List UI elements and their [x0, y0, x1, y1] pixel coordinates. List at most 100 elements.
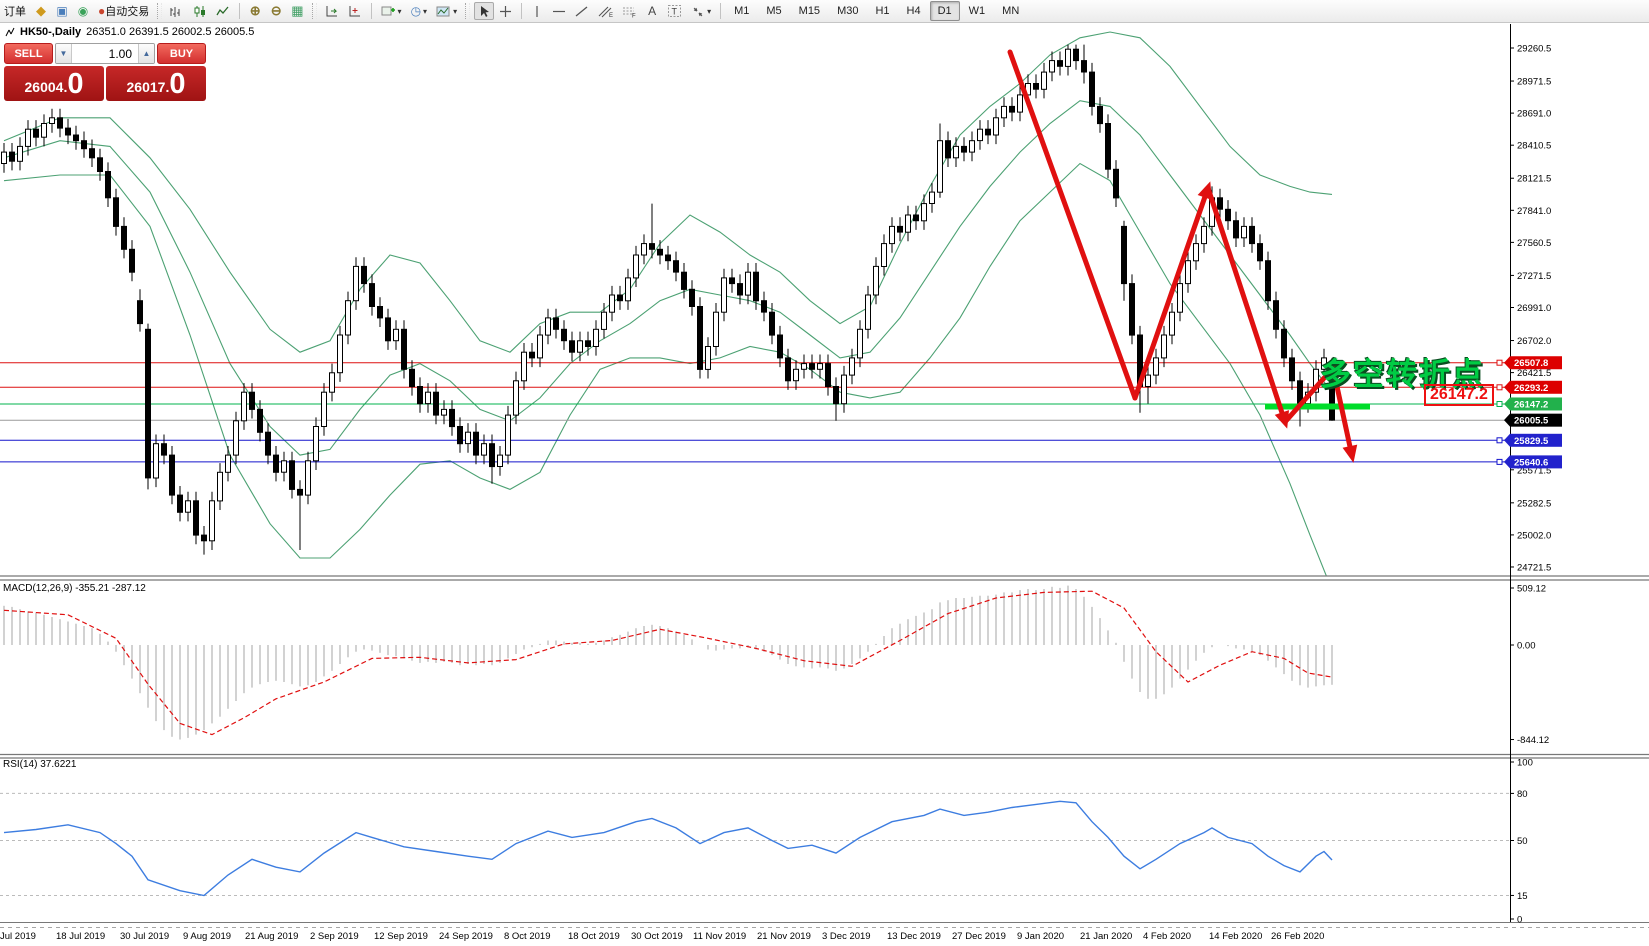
price-tick-label: 27841.0	[1517, 206, 1551, 217]
chart-shift-icon	[348, 5, 362, 18]
timeframe-toolbar: M1 M5 M15 M30 H1 H4 D1 W1 MN	[726, 1, 1027, 21]
horizontal-line-icon	[552, 5, 566, 18]
bar-chart-mode-button[interactable]	[166, 2, 188, 20]
sell-price-display[interactable]: 26004. 0	[4, 66, 104, 101]
bar-chart-icon	[170, 5, 184, 18]
toolbar-separator	[521, 3, 523, 19]
editor-icon: ▣	[56, 4, 68, 18]
timeframe-m15[interactable]: M15	[791, 1, 828, 21]
svg-text:25640.6: 25640.6	[1514, 457, 1548, 468]
new-order-button[interactable]: 订单	[0, 2, 30, 20]
label-tool-button[interactable]: T	[663, 2, 686, 20]
rsi-tick-label: 100	[1517, 758, 1533, 769]
templates-button[interactable]: ▾	[432, 2, 461, 20]
date-tick-label: 30 Oct 2019	[631, 931, 683, 942]
channel-tool-button[interactable]: E	[594, 2, 617, 20]
text-tool-button[interactable]: A	[642, 2, 662, 20]
toolbar-grip	[311, 3, 317, 19]
rsi-tick-label: 0	[1517, 915, 1522, 926]
new-order-icon-button[interactable]: ◆	[31, 2, 51, 20]
date-axis[interactable]: Jul 2019 18 Jul 2019 30 Jul 2019 9 Aug 2019…	[0, 931, 1324, 942]
hline-tool-button[interactable]	[548, 2, 570, 20]
bollinger-middle	[3, 100, 1333, 456]
cursor-tool-button[interactable]	[474, 2, 495, 20]
svg-text:26293.2: 26293.2	[1514, 383, 1548, 394]
timeframe-d1[interactable]: D1	[929, 1, 960, 21]
candlestick-mode-button[interactable]	[189, 2, 211, 20]
symbol-period-label: HK50-,Daily	[20, 26, 82, 38]
date-tick-label: 18 Jul 2019	[56, 931, 105, 942]
crosshair-tool-button[interactable]	[495, 2, 516, 20]
date-tick-label: 2 Sep 2019	[310, 931, 359, 942]
caret-down-icon: ▼	[59, 49, 68, 58]
date-tick-label: 3 Dec 2019	[822, 931, 871, 942]
price-badge: 26147.2	[1504, 397, 1562, 411]
add-indicator-button[interactable]: ▾	[377, 2, 406, 20]
date-tick-label: 12 Sep 2019	[374, 931, 428, 942]
metaeditor-button[interactable]: ▣	[52, 2, 72, 20]
trading-platform-window: 订单 ◆ ▣ ◉ ● 自动交易 ⊕ ⊖ ▦ ▾ ◷ ▾ ▾ E F A T ▾ …	[0, 0, 1649, 946]
rsi-pane	[0, 792, 1510, 897]
one-click-trading-panel: SELL ▼ 1.00 ▲ BUY 26004. 0 26017. 0	[4, 43, 206, 101]
sell-button[interactable]: SELL	[4, 43, 53, 64]
zoom-in-button[interactable]: ⊕	[245, 2, 265, 20]
chart-window-icon	[5, 27, 15, 37]
timeframe-h4[interactable]: H4	[899, 1, 929, 21]
svg-text:F: F	[632, 13, 636, 18]
timeframe-m30[interactable]: M30	[829, 1, 866, 21]
trend-arrow-line	[1132, 185, 1211, 401]
timeframe-m5[interactable]: M5	[758, 1, 789, 21]
buy-price-display[interactable]: 26017. 0	[106, 66, 206, 101]
buy-price-big: 0	[169, 68, 186, 100]
autotrade-button[interactable]: ● 自动交易	[94, 2, 153, 20]
auto-scroll-button[interactable]	[321, 2, 343, 20]
price-tick-label: 28971.5	[1517, 77, 1551, 88]
date-tick-label: 21 Jan 2020	[1080, 931, 1132, 942]
macd-pane	[3, 585, 1333, 740]
price-badge: 26005.5	[1504, 413, 1562, 427]
autotrade-label: 自动交易	[105, 6, 150, 18]
date-tick-label: Jul 2019	[0, 931, 36, 942]
timeframe-mn[interactable]: MN	[994, 1, 1027, 21]
trendline-tool-button[interactable]	[571, 2, 593, 20]
annotation-price-label[interactable]: 26147.2	[1424, 384, 1494, 406]
arrows-tool-button[interactable]: ▾	[687, 2, 715, 20]
toolbar-separator	[239, 3, 241, 19]
chart-shift-button[interactable]	[344, 2, 366, 20]
dropdown-caret-icon: ▾	[453, 6, 458, 16]
timeframe-w1[interactable]: W1	[961, 1, 994, 21]
svg-text:26147.2: 26147.2	[1514, 399, 1548, 410]
date-tick-label: 14 Feb 2020	[1209, 931, 1262, 942]
sell-price-big: 0	[67, 68, 84, 100]
zoom-out-button[interactable]: ⊖	[266, 2, 286, 20]
chart-canvas[interactable]: 29260.5 28971.5 28691.0 28410.5 28121.5 27841…	[0, 0, 1649, 946]
price-badge: 25829.5	[1504, 433, 1562, 447]
cursor-icon	[478, 5, 490, 18]
price-tick-label: 28410.5	[1517, 141, 1551, 152]
signals-button[interactable]: ◉	[73, 2, 93, 20]
rsi-line	[3, 800, 1333, 897]
arrows-tool-icon	[691, 5, 705, 18]
fibonacci-tool-button[interactable]: F	[618, 2, 641, 20]
price-tick-label: 24721.5	[1517, 562, 1551, 573]
caret-up-icon: ▲	[142, 49, 151, 58]
buy-button-label: BUY	[169, 47, 194, 60]
pane-separators[interactable]	[0, 575, 1649, 928]
toolbar-separator	[720, 3, 722, 19]
volume-stepper: ▼ 1.00 ▲	[55, 43, 155, 64]
volume-input[interactable]: 1.00	[72, 44, 138, 63]
fibonacci-icon: F	[622, 5, 637, 18]
price-tick-label: 26702.0	[1517, 336, 1551, 347]
tile-windows-button[interactable]: ▦	[287, 2, 307, 20]
buy-button[interactable]: BUY	[157, 43, 206, 64]
price-axis[interactable]: 29260.5 28971.5 28691.0 28410.5 28121.5 27841…	[1504, 24, 1562, 926]
svg-text:T: T	[672, 7, 678, 17]
periods-button[interactable]: ◷ ▾	[407, 2, 432, 20]
vline-tool-button[interactable]	[527, 2, 547, 20]
timeframe-m1[interactable]: M1	[726, 1, 757, 21]
date-tick-label: 21 Aug 2019	[245, 931, 298, 942]
line-chart-mode-button[interactable]	[212, 2, 234, 20]
volume-decrease-button[interactable]: ▼	[56, 44, 72, 63]
volume-increase-button[interactable]: ▲	[138, 44, 154, 63]
timeframe-h1[interactable]: H1	[867, 1, 897, 21]
